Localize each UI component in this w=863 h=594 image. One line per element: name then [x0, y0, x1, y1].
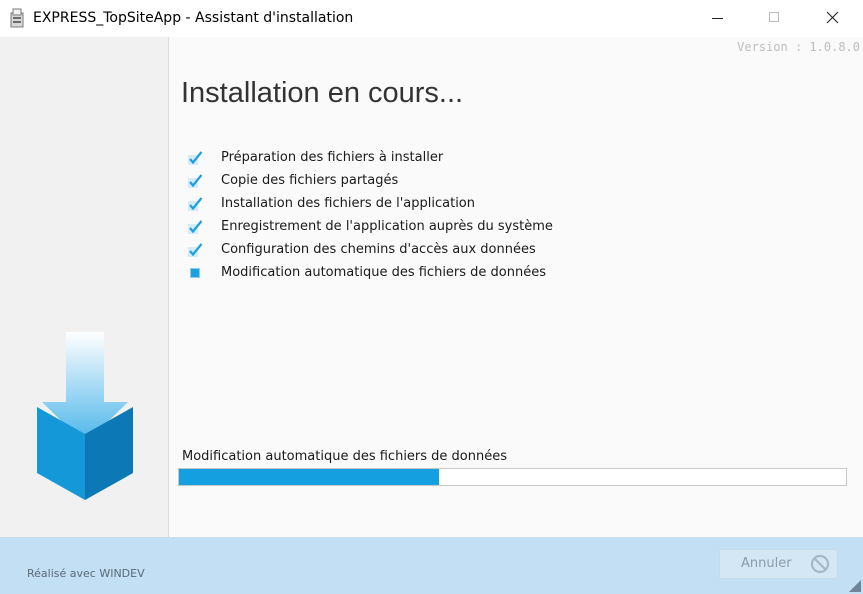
close-icon[interactable] [809, 0, 855, 37]
progress-bar [178, 468, 847, 486]
maximize-icon[interactable] [751, 0, 797, 37]
resize-grip-icon[interactable] [849, 580, 861, 592]
in-progress-square-icon [187, 265, 203, 281]
checkmark-icon [188, 197, 203, 211]
step-label: Installation des fichiers de l'applicati… [221, 196, 476, 211]
footer-bar: Réalisé avec WINDEV Annuler [0, 537, 863, 594]
progress-fill [179, 469, 439, 485]
left-panel [0, 37, 169, 537]
step-label: Copie des fichiers partagés [221, 173, 399, 188]
checkmark-icon [188, 174, 203, 188]
window-title: EXPRESS_TopSiteApp - Assistant d'install… [33, 10, 354, 26]
cancel-button[interactable]: Annuler [719, 549, 838, 579]
step-label: Enregistrement de l'application auprès d… [221, 219, 553, 234]
checkmark-icon [188, 151, 203, 165]
no-entry-icon [810, 554, 830, 574]
minimize-icon[interactable] [695, 0, 741, 37]
checkmark-icon [188, 243, 203, 257]
step-label: Préparation des fichiers à installer [221, 150, 444, 165]
cancel-button-label: Annuler [741, 556, 792, 571]
checkmark-icon [188, 220, 203, 234]
step-label: Configuration des chemins d'accès aux do… [221, 242, 536, 257]
progress-label: Modification automatique des fichiers de… [182, 449, 508, 464]
main-content: Version : 1.0.8.0 Installation en cours.… [169, 37, 863, 537]
title-bar: EXPRESS_TopSiteApp - Assistant d'install… [0, 0, 863, 37]
version-label: Version : 1.0.8.0 [737, 40, 860, 54]
installer-app-icon [10, 8, 24, 28]
page-title: Installation en cours... [181, 77, 464, 109]
made-with-label: Réalisé avec WINDEV [27, 567, 145, 580]
download-box-icon [37, 332, 133, 500]
step-label: Modification automatique des fichiers de… [221, 265, 547, 280]
